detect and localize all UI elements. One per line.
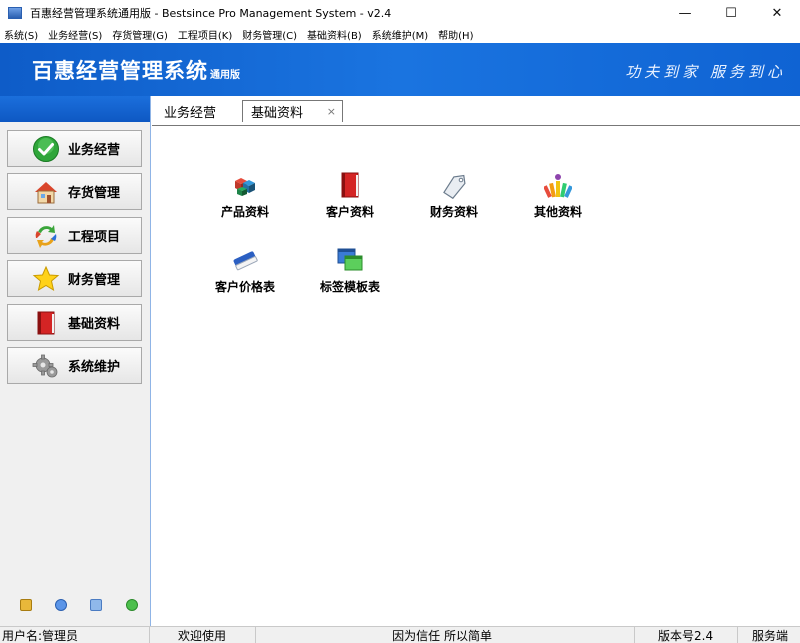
color-swatch-icon [543,171,573,199]
cubes-icon [231,171,259,199]
price-tag-icon [440,171,468,200]
windows-icon [336,246,364,274]
tile-label: 产品资料 [220,205,269,219]
gear-icon [32,352,60,380]
search-icon[interactable] [90,599,102,611]
tab-business[interactable]: 业务经营 [164,100,216,122]
main-content: 业务经营 基础资料 × 产品资料 客户资料 财务资料 其他资料 客户价格表 标签… [152,96,800,626]
menu-basic-data[interactable]: 基础资料(B) [307,27,362,42]
red-book-icon [32,309,60,337]
tile-label: 标签模板表 [319,280,380,294]
tile-product-data[interactable]: 产品资料 [205,171,285,220]
app-icon [8,7,22,19]
clock-icon[interactable] [55,599,67,611]
banner-title: 百惠经营管理系统 通用版 [32,55,240,85]
folder-icon[interactable] [20,599,32,611]
tile-label-template[interactable]: 标签模板表 [310,246,390,295]
status-bar: 用户名:管理员 欢迎使用 因为信任 所以简单 版本号2.4 服务端 [0,626,800,643]
title-bar: 百惠经营管理系统通用版 - Bestsince Pro Management S… [0,0,800,26]
tile-finance-data[interactable]: 财务资料 [414,171,494,220]
status-welcome: 欢迎使用 [150,627,256,643]
menu-maintenance[interactable]: 系统维护(M) [372,27,428,42]
tile-other-data[interactable]: 其他资料 [518,171,598,220]
tile-customer-data[interactable]: 客户资料 [310,171,390,220]
sidebar-item-label: 工程项目 [68,230,121,245]
sidebar-item-maintenance[interactable]: 系统维护 [7,347,142,384]
tile-customer-price-list[interactable]: 客户价格表 [205,246,285,295]
status-mode: 服务端 [752,629,789,643]
eraser-icon [231,246,259,274]
tab-divider [152,125,800,126]
recycle-arrows-icon [32,222,60,250]
refresh-icon[interactable] [126,599,138,611]
menu-inventory[interactable]: 存货管理(G) [112,27,168,42]
house-icon [32,178,60,206]
sidebar-item-finance[interactable]: 财务管理 [7,260,142,297]
sidebar: 业务经营 存货管理 工程项目 财务管理 基础资料 系统维护 [0,96,151,626]
star-icon [32,265,60,293]
red-book-icon [336,171,364,199]
tab-label: 基础资料 [251,106,304,121]
status-motto: 因为信任 所以简单 [256,627,635,643]
status-user: 用户名:管理员 [0,627,150,643]
minimize-button[interactable]: — [662,0,708,26]
sidebar-item-label: 系统维护 [68,360,121,375]
sidebar-item-label: 业务经营 [68,143,121,158]
menu-system[interactable]: 系统(S) [4,27,38,42]
menu-finance[interactable]: 财务管理(C) [242,27,297,42]
banner-edition: 通用版 [210,70,240,81]
tile-label: 财务资料 [429,205,478,219]
sidebar-item-label: 基础资料 [68,317,121,332]
banner-slogan: 功夫到家 服务到心 [625,63,786,81]
check-icon [32,135,60,163]
banner-title-text: 百惠经营管理系统 [32,59,208,83]
tab-basic-data[interactable]: 基础资料 × [242,100,343,122]
sidebar-item-label: 存货管理 [68,186,121,201]
menu-business[interactable]: 业务经营(S) [48,27,102,42]
tile-label: 客户资料 [325,205,374,219]
tab-close-icon[interactable]: × [327,105,336,118]
status-version: 版本号2.4 [635,627,738,643]
menu-bar: 系统(S) 业务经营(S) 存货管理(G) 工程项目(K) 财务管理(C) 基础… [0,26,800,43]
tab-strip: 业务经营 基础资料 × [152,100,800,126]
window-controls: — ☐ ✕ [662,0,800,26]
menu-help[interactable]: 帮助(H) [438,27,473,42]
sidebar-header [0,96,150,122]
menu-projects[interactable]: 工程项目(K) [178,27,232,42]
sidebar-item-basic-data[interactable]: 基础资料 [7,304,142,341]
maximize-button[interactable]: ☐ [708,0,754,26]
sidebar-item-inventory[interactable]: 存货管理 [7,173,142,210]
sidebar-item-label: 财务管理 [68,273,121,288]
app-banner: 百惠经营管理系统 通用版 功夫到家 服务到心 [0,43,800,96]
window-title: 百惠经营管理系统通用版 - Bestsince Pro Management S… [30,7,392,20]
close-button[interactable]: ✕ [754,0,800,26]
sidebar-item-projects[interactable]: 工程项目 [7,217,142,254]
sidebar-item-business[interactable]: 业务经营 [7,130,142,167]
tile-label: 客户价格表 [214,280,275,294]
tile-label: 其他资料 [533,205,582,219]
